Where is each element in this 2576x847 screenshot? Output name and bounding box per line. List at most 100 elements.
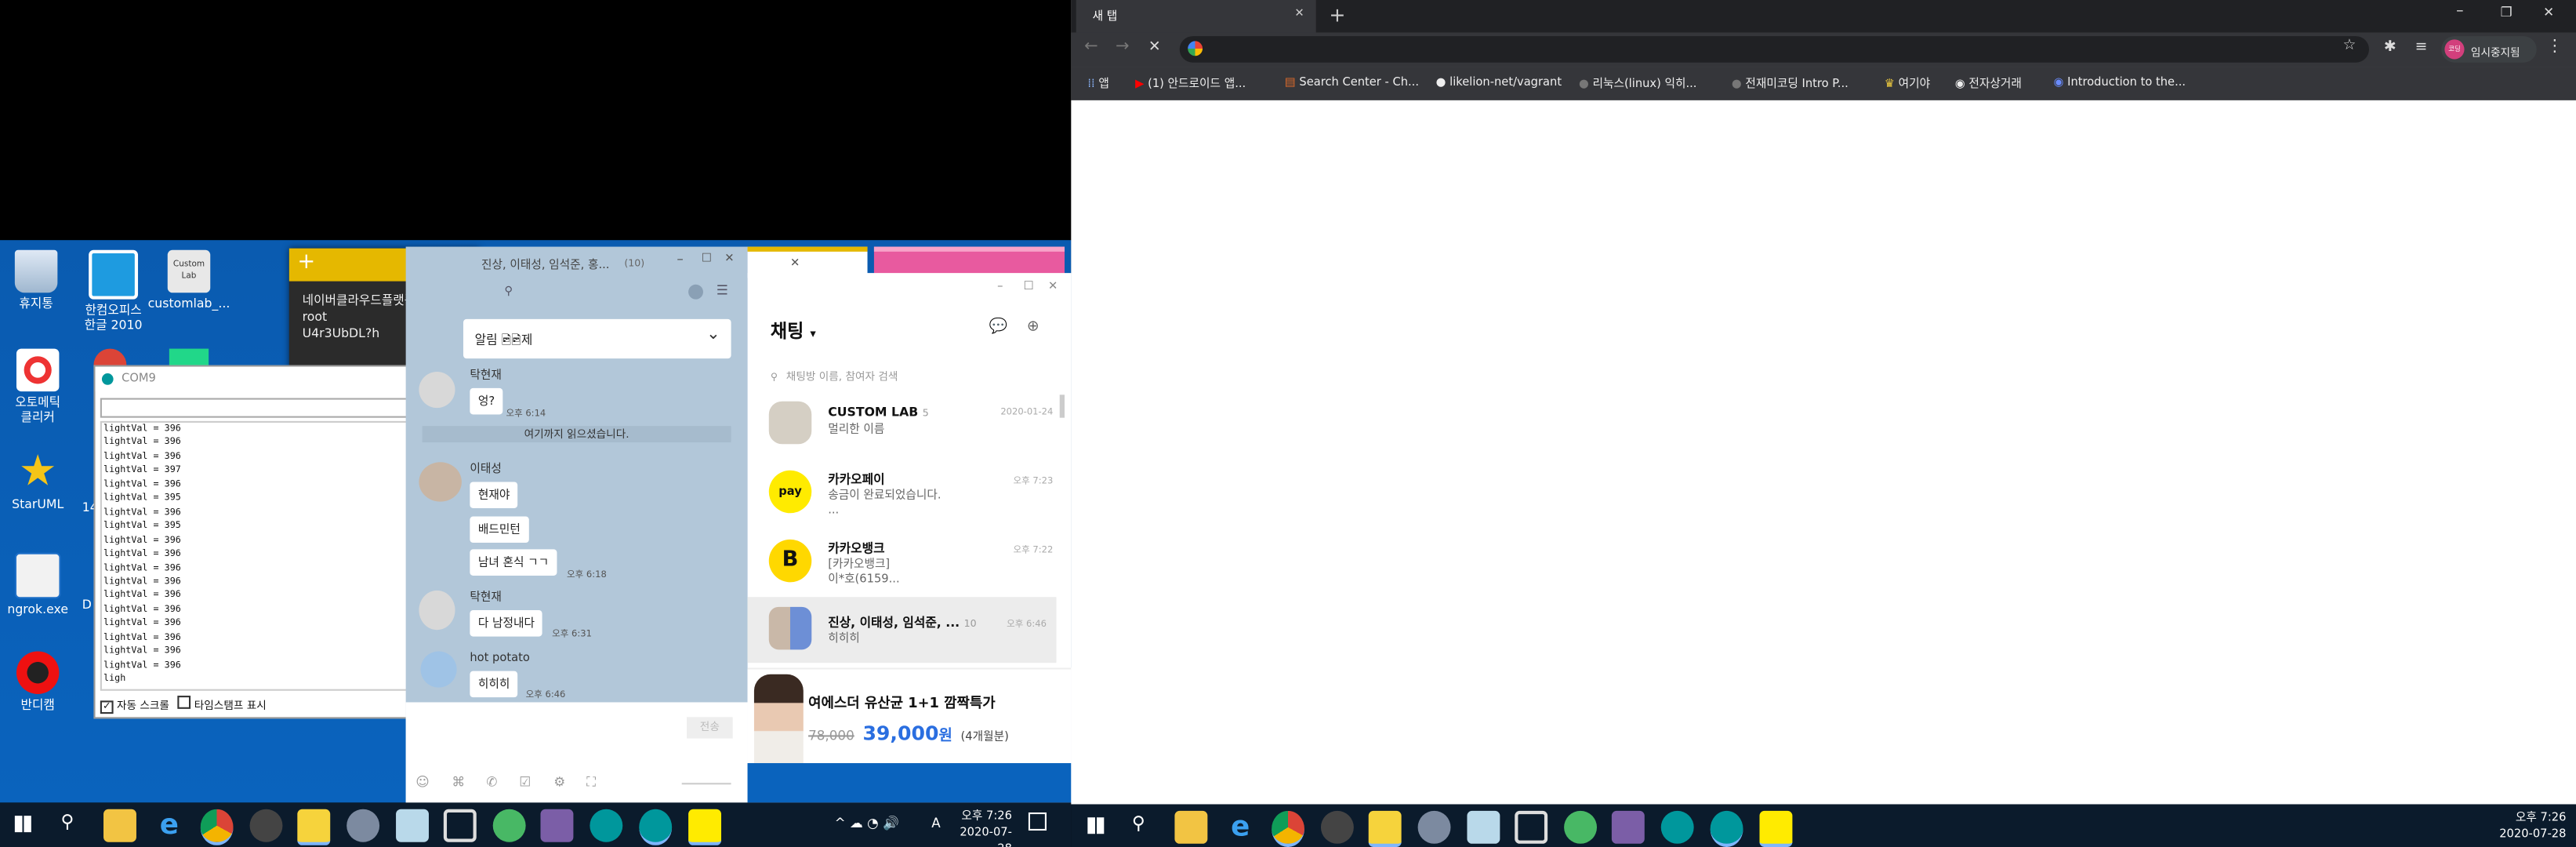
call-icon[interactable] — [688, 284, 703, 300]
arduino-icon[interactable] — [1710, 810, 1743, 847]
bookmark-item[interactable]: ▶ (1) 안드로이드 앱... — [1135, 75, 1246, 92]
message-bubble[interactable]: 엉? — [470, 387, 503, 415]
tray-icons[interactable]: ^ ☁ ◔ 🔊 — [835, 816, 899, 831]
app-icon[interactable] — [346, 809, 380, 842]
sticky-notes-icon[interactable] — [297, 809, 331, 845]
app-icon[interactable] — [1611, 810, 1645, 844]
page-content[interactable] — [1071, 100, 2576, 805]
message-bubble[interactable]: 남녀 혼식 ㄱㄱ — [470, 549, 557, 576]
autoscroll-checkbox[interactable]: ✓ — [100, 700, 114, 714]
window-icon[interactable] — [443, 809, 477, 842]
close-icon[interactable]: ✕ — [1048, 280, 1058, 293]
emoji-icon[interactable]: ☺ — [415, 775, 429, 790]
settings-icon[interactable]: ⚙ — [553, 775, 565, 790]
more-options-icon[interactable]: ⋮ — [2546, 38, 2563, 56]
kakaotalk-icon[interactable] — [1759, 810, 1793, 847]
minimize-icon[interactable]: – — [677, 252, 683, 267]
close-icon[interactable]: ✕ — [790, 256, 800, 270]
sticky-note-body[interactable]: 네이버클라우드플랫폼 root U4r3UbDL?h — [303, 293, 416, 342]
ime-indicator[interactable]: A — [931, 816, 940, 831]
arduino-icon[interactable] — [1660, 810, 1694, 844]
message-bubble[interactable]: 현재야 — [470, 482, 518, 509]
avatar[interactable] — [419, 371, 455, 409]
message-input[interactable]: 전송 ☺ ⌘ ✆ ☑ ⚙ ⛶ — [405, 702, 748, 803]
chat-list-title[interactable]: 채팅 ▾ — [771, 318, 816, 344]
desktop-icon-ngrok[interactable]: ngrok.exe — [0, 552, 84, 616]
search-icon[interactable]: ⚲ — [504, 285, 513, 298]
message-bubble[interactable]: 히히히 — [470, 671, 518, 698]
desktop-icon-customlab[interactable]: Custom Lab customlab_... — [143, 249, 234, 311]
kakaotalk-icon[interactable] — [688, 809, 722, 845]
timestamp-checkbox[interactable] — [177, 696, 191, 709]
file-explorer-icon[interactable] — [103, 809, 136, 842]
send-button[interactable]: 전송 — [687, 717, 733, 739]
sticky-notes-icon[interactable] — [1368, 810, 1402, 847]
notification-icon[interactable] — [1028, 812, 1047, 831]
bookmark-item[interactable]: ⁞⁞ 앱 — [1087, 75, 1109, 92]
window-icon[interactable] — [1515, 810, 1548, 844]
bookmark-item[interactable]: ♛ 여기야 — [1885, 75, 1930, 92]
app-icon[interactable] — [1467, 810, 1500, 844]
scrollbar[interactable] — [1059, 394, 1065, 418]
file-explorer-icon[interactable] — [1174, 810, 1208, 844]
chrome-icon[interactable] — [93, 348, 127, 365]
app-icon[interactable] — [396, 809, 429, 842]
clock[interactable]: 오후 7:26 2020-07-28 — [946, 808, 1012, 847]
windows-start-icon[interactable] — [14, 816, 31, 833]
chat-search-input[interactable]: ⚲ 채팅방 이름, 참여자 검색 — [771, 355, 1050, 384]
new-chat-icon[interactable]: ⊕ — [1027, 319, 1039, 336]
chrome-window[interactable]: 새 탭 ✕ + – ❐ ✕ ← → ✕ ☆ ✱ ≡ 코딩 임시중지됨 ⋮ ⁞⁞ … — [1071, 0, 2576, 805]
minimize-icon[interactable]: – — [2456, 3, 2463, 20]
minimize-icon[interactable]: – — [997, 280, 1003, 293]
chat-list-item[interactable]: CUSTOM LAB 5 멀리한 이름 2020-01-24 — [748, 394, 1063, 460]
ad-banner[interactable]: 여에스더 유산균 1+1 깜짝특가 78,000 39,000원 (4개월분) — [747, 667, 1072, 769]
opacity-slider[interactable] — [681, 783, 731, 785]
add-note-icon[interactable]: + — [297, 250, 315, 277]
schedule-icon[interactable]: ☑ — [519, 775, 531, 790]
maximize-icon[interactable]: ☐ — [702, 252, 712, 265]
desktop-icon-autoclicker[interactable]: 오토메틱 클리커 — [0, 348, 84, 424]
kakao-chat-list-window[interactable]: – ☐ ✕ 채팅 ▾ 💬 ⊕ ⚲ 채팅방 이름, 참여자 검색 CUSTOM L… — [747, 273, 1072, 803]
attach-icon[interactable]: ⌘ — [452, 775, 465, 790]
stop-loading-icon[interactable]: ✕ — [1148, 39, 1161, 56]
internet-explorer-icon[interactable]: e — [1224, 811, 1257, 844]
internet-explorer-icon[interactable]: e — [153, 809, 186, 842]
chat-list-item[interactable]: B 카카오뱅크 [카카오뱅크] 이*호(6159... 오후 7:22 — [748, 529, 1063, 595]
bookmark-star-icon[interactable]: ☆ — [2342, 38, 2356, 54]
desktop-icon-bandicam[interactable]: 반디캠 — [0, 651, 84, 712]
terminal-icon[interactable] — [249, 809, 283, 842]
app-icon[interactable] — [1564, 810, 1598, 844]
terminal-icon[interactable] — [1320, 810, 1354, 844]
serial-monitor-window[interactable]: COM9 lightVal = 396 lightVal = 396 light… — [93, 365, 413, 719]
windows-start-icon[interactable] — [1087, 817, 1105, 834]
bookmark-item[interactable]: ▤ Search Center - Ch... — [1285, 75, 1419, 89]
extensions-icon[interactable]: ✱ — [2384, 39, 2396, 56]
media-icon[interactable]: ≡ — [2415, 39, 2428, 56]
bookmark-item[interactable]: ● likelion-net/vagrant — [1436, 75, 1562, 89]
clock[interactable]: 오후 7:26 2020-07-28 — [2494, 809, 2566, 842]
serial-output[interactable]: lightVal = 396 lightVal = 396 lightVal =… — [100, 420, 411, 691]
app-icon[interactable] — [540, 809, 574, 842]
avatar[interactable] — [419, 590, 455, 631]
close-icon[interactable]: ✕ — [2543, 5, 2554, 20]
search-icon[interactable]: ⚲ — [61, 811, 74, 832]
bookmark-item[interactable]: ◉ 전자상거래 — [1955, 75, 2022, 92]
menu-icon[interactable]: ☰ — [717, 283, 728, 298]
new-tab-button[interactable]: + — [1329, 3, 1345, 26]
pycharm-icon[interactable] — [169, 348, 209, 365]
avatar[interactable] — [419, 462, 462, 502]
profile-button[interactable]: 코딩 임시중지됨 — [2441, 36, 2537, 63]
close-tab-icon[interactable]: ✕ — [1294, 6, 1304, 20]
address-bar[interactable]: ☆ — [1179, 36, 2369, 63]
call-icon[interactable]: ✆ — [486, 775, 497, 790]
app-icon[interactable] — [492, 809, 526, 842]
chrome-icon[interactable] — [1272, 810, 1304, 847]
arduino-icon[interactable] — [639, 809, 673, 845]
arduino-icon[interactable] — [590, 809, 623, 842]
bookmark-item[interactable]: ● 전재미코딩 Intro P... — [1732, 75, 1849, 92]
back-icon[interactable]: ← — [1084, 38, 1098, 56]
capture-icon[interactable]: ⛶ — [586, 775, 596, 791]
chrome-icon[interactable] — [200, 809, 234, 845]
chevron-down-icon[interactable]: ⌄ — [706, 325, 720, 344]
desktop-icon-staruml[interactable]: ★ StarUML — [0, 451, 84, 512]
